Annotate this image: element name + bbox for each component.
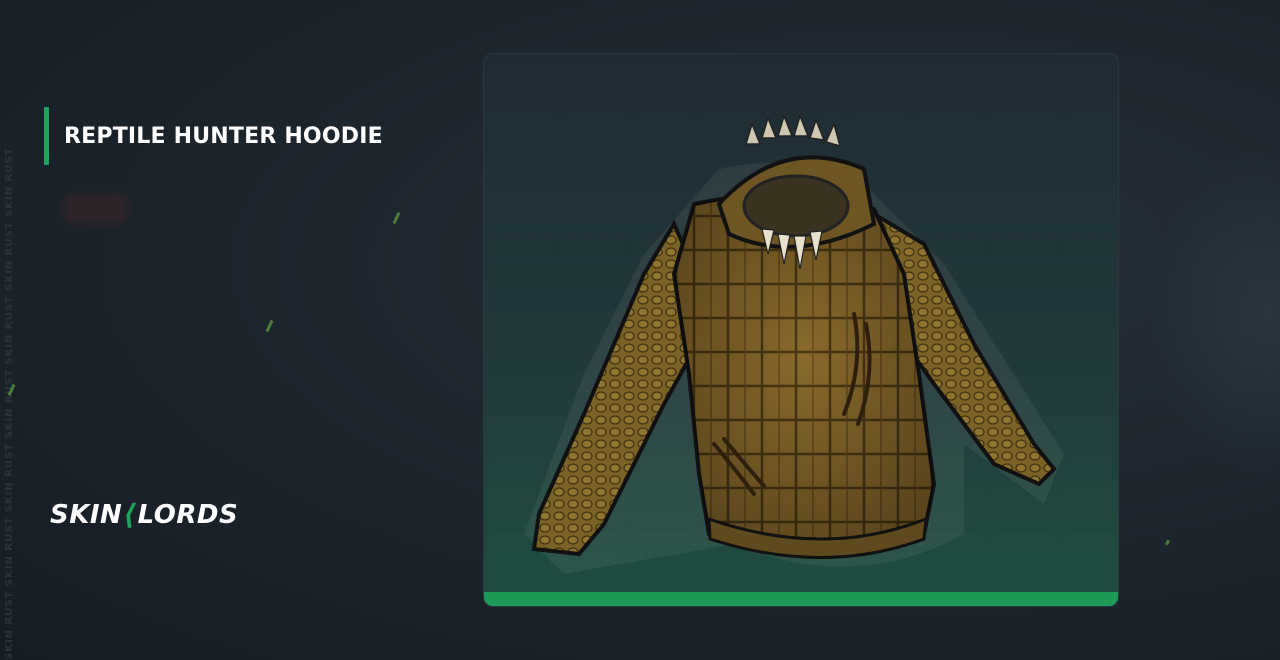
- card-rarity-bar: [484, 592, 1118, 606]
- blurred-badge: [64, 194, 128, 224]
- item-preview-card: [483, 53, 1119, 607]
- skinlords-logo: SKIN ⟨ LORDS: [50, 498, 238, 531]
- title-accent-bar: [44, 107, 49, 165]
- claw-icon: ⟨: [123, 498, 137, 531]
- sparkle-decoration: [392, 211, 401, 225]
- logo-text-right: LORDS: [137, 499, 239, 530]
- item-title-block: REPTILE HUNTER HOODIE: [44, 107, 383, 165]
- background-glow: [1150, 150, 1280, 480]
- item-title: REPTILE HUNTER HOODIE: [64, 123, 383, 149]
- logo-text-left: SKIN: [50, 499, 123, 530]
- sparkle-decoration: [1165, 539, 1170, 546]
- watermark-text: SKIN RUST SKIN RUST SKIN RUST SKIN RUST …: [4, 147, 15, 660]
- sparkle-decoration: [265, 319, 274, 333]
- hoodie-image: [524, 114, 1064, 575]
